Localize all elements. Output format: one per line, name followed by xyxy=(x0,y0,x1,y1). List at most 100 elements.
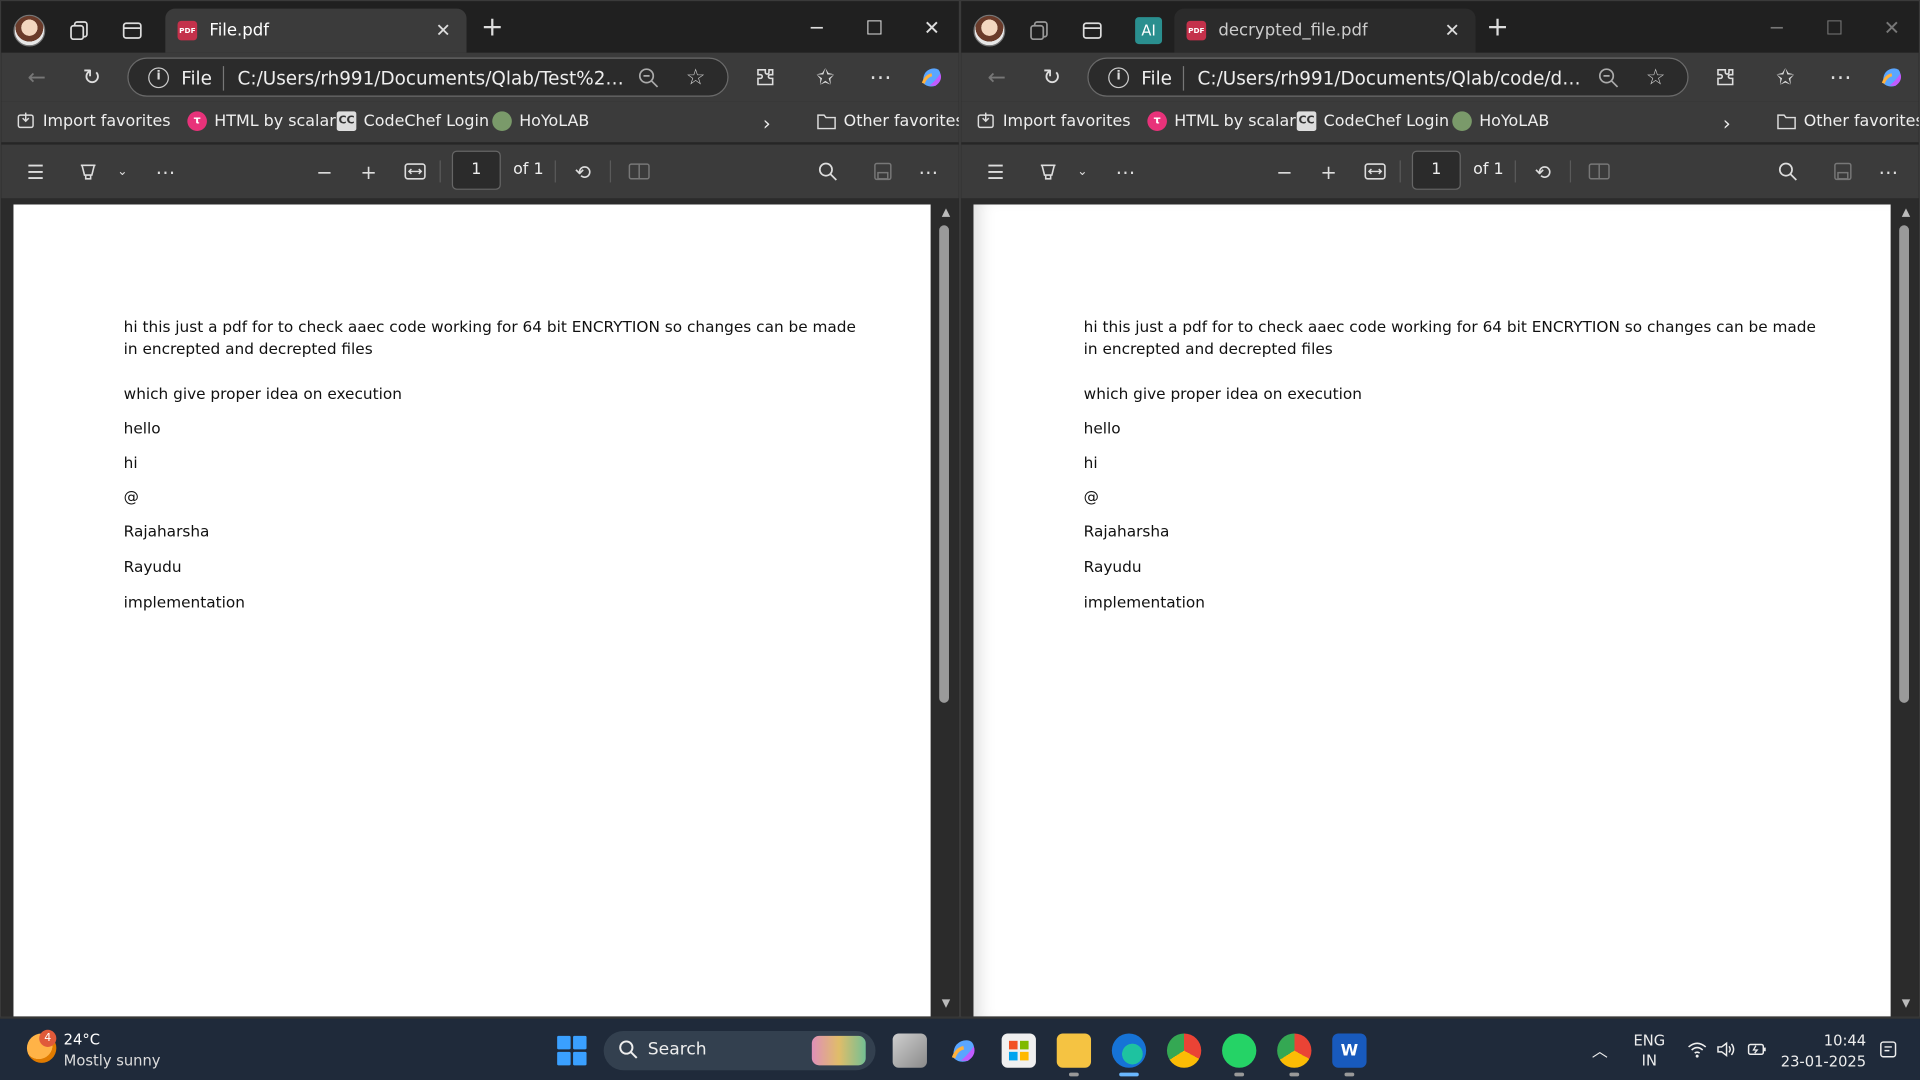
file-explorer-icon[interactable] xyxy=(1056,1033,1092,1068)
fav-import-favorites[interactable]: Import favorites xyxy=(976,111,1131,131)
new-tab-button[interactable]: + xyxy=(479,14,506,43)
scrollbar-thumb[interactable] xyxy=(939,225,949,703)
zoom-out-icon[interactable] xyxy=(637,66,661,90)
more-menu-icon[interactable]: ⋯ xyxy=(867,64,894,91)
copilot-icon[interactable] xyxy=(1878,64,1905,91)
zoom-in-button[interactable]: + xyxy=(1316,159,1340,183)
info-icon[interactable]: i xyxy=(1108,67,1129,89)
scroll-down-arrow-icon[interactable]: ▼ xyxy=(942,998,950,1010)
fav-html-by-scalar[interactable]: τ HTML by scalar xyxy=(187,111,336,132)
volume-icon[interactable] xyxy=(1717,1041,1737,1058)
info-icon[interactable]: i xyxy=(148,67,169,89)
zoom-out-button[interactable]: − xyxy=(312,159,336,183)
refresh-icon[interactable]: ↻ xyxy=(78,64,105,91)
chrome-icon[interactable] xyxy=(1166,1033,1202,1068)
favorites-icon[interactable]: ✩ xyxy=(1772,64,1799,91)
fav-hoyolab[interactable]: HoYoLAB xyxy=(1452,111,1549,132)
profile-avatar[interactable] xyxy=(13,14,46,47)
refresh-icon[interactable]: ↻ xyxy=(1038,64,1065,91)
minimize-button[interactable]: ─ xyxy=(1758,11,1795,43)
fav-codechef-login[interactable]: CC CodeChef Login xyxy=(336,111,489,132)
url-text[interactable]: C:/Users/rh991/Documents/Qlab/Test%20Fil… xyxy=(238,67,630,89)
profile-avatar[interactable] xyxy=(973,14,1006,47)
close-tab-icon[interactable]: ✕ xyxy=(432,20,454,42)
collections-icon[interactable] xyxy=(66,17,93,44)
contents-list-icon[interactable]: ☰ xyxy=(983,159,1007,183)
tab-decrypted-file-pdf[interactable]: PDF decrypted_file.pdf ✕ xyxy=(1174,8,1476,53)
new-tab-button[interactable]: + xyxy=(1484,14,1511,43)
two-page-view-icon[interactable] xyxy=(627,159,651,183)
pdf-more-options-icon[interactable]: ⋯ xyxy=(1876,159,1900,183)
fav-codechef-login[interactable]: CC CodeChef Login xyxy=(1296,111,1449,132)
highlight-icon[interactable] xyxy=(1036,159,1060,183)
scroll-down-arrow-icon[interactable]: ▼ xyxy=(1902,998,1910,1010)
scroll-up-arrow-icon[interactable]: ▲ xyxy=(1902,207,1910,219)
save-icon[interactable] xyxy=(1831,159,1855,183)
collections-icon[interactable] xyxy=(1026,17,1053,44)
back-arrow-icon[interactable]: ← xyxy=(983,64,1010,91)
highlight-icon[interactable] xyxy=(76,159,100,183)
scrollbar-thumb[interactable] xyxy=(1899,225,1909,703)
taskbar-search[interactable]: Search xyxy=(603,1031,876,1071)
page-number-input[interactable]: 1 xyxy=(1411,150,1461,190)
close-tab-icon[interactable]: ✕ xyxy=(1441,20,1463,42)
close-window-button[interactable]: ✕ xyxy=(913,11,950,43)
fit-width-icon[interactable] xyxy=(403,159,427,183)
highlight-dropdown-chevron-icon[interactable]: ⌄ xyxy=(1070,159,1094,183)
minimize-button[interactable]: ─ xyxy=(798,11,835,43)
url-text[interactable]: C:/Users/rh991/Documents/Qlab/code/decry… xyxy=(1198,67,1590,89)
fav-html-by-scalar[interactable]: τ HTML by scalar xyxy=(1147,111,1296,132)
back-arrow-icon[interactable]: ← xyxy=(23,64,50,91)
address-bar[interactable]: i File C:/Users/rh991/Documents/Qlab/cod… xyxy=(1087,57,1689,97)
task-view-icon[interactable] xyxy=(892,1033,927,1068)
zoom-in-button[interactable]: + xyxy=(356,159,380,183)
whatsapp-icon[interactable] xyxy=(1222,1033,1257,1068)
more-tools-icon[interactable]: ⋯ xyxy=(153,159,177,183)
system-clock[interactable]: 10:44 23-01-2025 xyxy=(1781,1031,1866,1073)
microsoft-store-icon[interactable] xyxy=(1001,1033,1036,1068)
chrome-profile-icon[interactable] xyxy=(1277,1033,1312,1068)
language-indicator[interactable]: ENG IN xyxy=(1633,1031,1665,1070)
ai-tab-icon[interactable]: AI xyxy=(1135,17,1163,45)
find-search-icon[interactable] xyxy=(1776,159,1800,183)
extensions-icon[interactable] xyxy=(752,64,779,91)
fav-other-favorites[interactable]: Other favorites xyxy=(817,111,959,131)
wifi-icon[interactable] xyxy=(1687,1041,1707,1058)
more-menu-icon[interactable]: ⋯ xyxy=(1827,64,1854,91)
copilot-icon[interactable] xyxy=(918,64,945,91)
maximize-button[interactable]: ☐ xyxy=(1816,11,1853,43)
highlight-dropdown-chevron-icon[interactable]: ⌄ xyxy=(110,159,134,183)
favorites-overflow-chevron-icon[interactable]: › xyxy=(1723,111,1731,134)
favorites-icon[interactable]: ✩ xyxy=(812,64,839,91)
battery-icon[interactable] xyxy=(1747,1041,1767,1058)
extensions-icon[interactable] xyxy=(1712,64,1739,91)
pdf-more-options-icon[interactable]: ⋯ xyxy=(916,159,940,183)
address-bar[interactable]: i File C:/Users/rh991/Documents/Qlab/Tes… xyxy=(127,57,729,97)
edge-icon[interactable] xyxy=(1111,1033,1147,1068)
favorite-star-icon[interactable]: ☆ xyxy=(1646,65,1666,91)
fav-other-favorites[interactable]: Other favorites xyxy=(1777,111,1919,131)
save-icon[interactable] xyxy=(871,159,895,183)
contents-list-icon[interactable]: ☰ xyxy=(23,159,47,183)
zoom-out-icon[interactable] xyxy=(1597,66,1621,90)
fav-import-favorites[interactable]: Import favorites xyxy=(16,111,171,131)
close-window-button[interactable]: ✕ xyxy=(1873,11,1910,43)
rotate-icon[interactable]: ⟲ xyxy=(571,159,595,183)
tab-file-pdf[interactable]: PDF File.pdf ✕ xyxy=(165,8,467,53)
maximize-button[interactable]: ☐ xyxy=(856,11,893,43)
vertical-tabs-icon[interactable] xyxy=(1079,17,1106,44)
start-button[interactable] xyxy=(557,1035,587,1066)
fit-width-icon[interactable] xyxy=(1363,159,1387,183)
scroll-up-arrow-icon[interactable]: ▲ xyxy=(942,207,950,219)
rotate-icon[interactable]: ⟲ xyxy=(1531,159,1555,183)
zoom-out-button[interactable]: − xyxy=(1272,159,1296,183)
notification-bell-icon[interactable] xyxy=(1878,1040,1898,1060)
more-tools-icon[interactable]: ⋯ xyxy=(1113,159,1137,183)
find-search-icon[interactable] xyxy=(816,159,840,183)
tray-overflow-chevron-icon[interactable]: ︿ xyxy=(1592,1038,1608,1061)
favorites-overflow-chevron-icon[interactable]: › xyxy=(763,111,771,134)
copilot-app-icon[interactable] xyxy=(947,1033,981,1067)
fav-hoyolab[interactable]: HoYoLAB xyxy=(492,111,589,132)
two-page-view-icon[interactable] xyxy=(1587,159,1611,183)
page-number-input[interactable]: 1 xyxy=(451,150,501,190)
